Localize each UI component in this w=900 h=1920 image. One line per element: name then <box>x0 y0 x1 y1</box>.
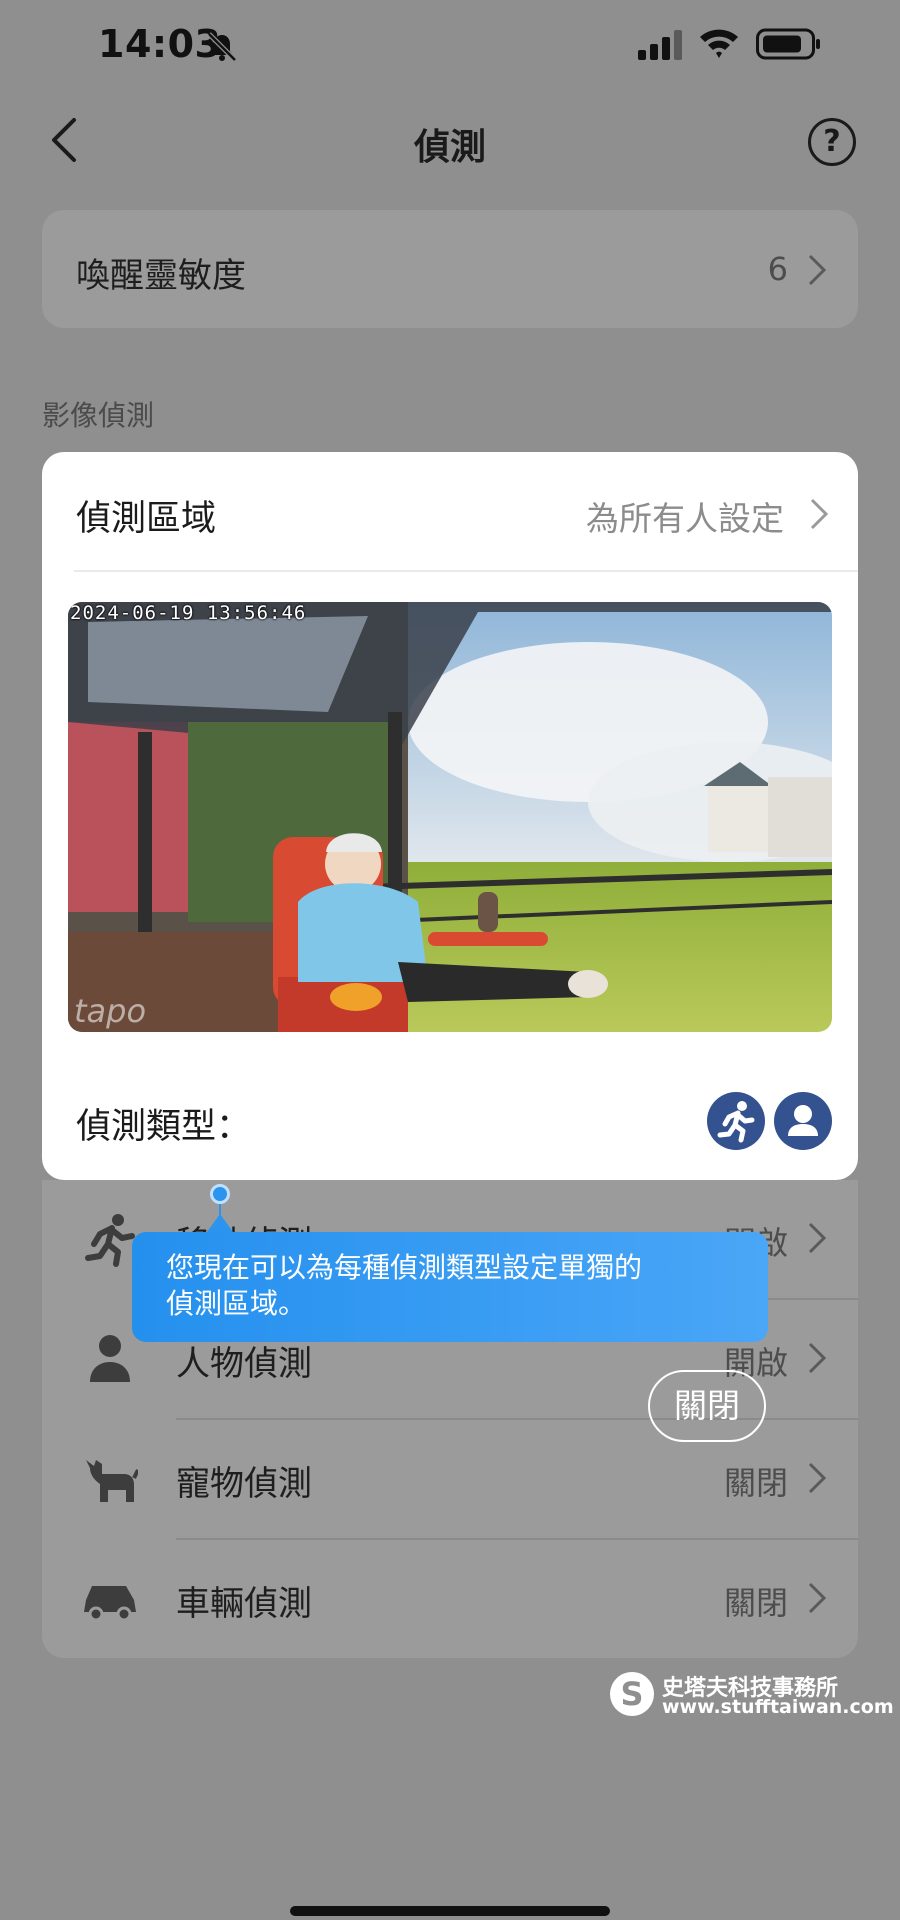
camera-preview[interactable]: 2024-06-19 13:56:46 tapo <box>68 602 832 1032</box>
detection-zone-title: 偵測區域 <box>76 499 217 539</box>
wifi-icon <box>700 29 738 58</box>
signal-icon <box>638 30 682 60</box>
car-icon <box>84 1586 136 1622</box>
tooltip-text-line1: 您現在可以為每種偵測類型設定單獨的 <box>166 1251 643 1284</box>
detection-zone-card: 偵測區域 為所有人設定 2024-06-19 13:56:46 tapo 偵測類… <box>42 452 858 1180</box>
section-label: 影像偵測 <box>42 399 155 432</box>
brand-logo: S <box>610 1672 654 1716</box>
motion-type-button[interactable] <box>707 1092 765 1150</box>
person-type-button[interactable] <box>774 1092 832 1150</box>
person-icon <box>788 1105 818 1136</box>
detection-status: 關閉 <box>723 1584 788 1622</box>
camera-watermark: tapo <box>74 992 147 1030</box>
wake-sensitivity-row[interactable]: 喚醒靈敏度 6 <box>42 210 858 328</box>
detection-label: 車輛偵測 <box>176 1584 312 1624</box>
battery-icon <box>756 28 820 60</box>
status-time: 14:03 <box>98 22 222 66</box>
chevron-right-icon <box>808 1342 827 1374</box>
running-person-icon <box>85 1214 135 1267</box>
wake-sensitivity-label: 喚醒靈敏度 <box>76 256 246 296</box>
bell-muted-icon <box>207 32 237 62</box>
brand-watermark: S 史塔夫科技事務所 www.stufftaiwan.com <box>610 1670 894 1724</box>
chevron-right-icon[interactable] <box>808 496 830 532</box>
tooltip-arrow <box>207 1214 233 1232</box>
close-button[interactable]: 關閉 <box>648 1370 766 1442</box>
camera-timestamp: 2024-06-19 13:56:46 <box>70 602 307 624</box>
chevron-right-icon <box>808 1222 827 1254</box>
page-title: 偵測 <box>413 127 486 168</box>
chevron-right-icon <box>808 1582 827 1614</box>
pet-icon <box>86 1460 138 1502</box>
detection-type-label: 偵測類型： <box>76 1107 252 1147</box>
running-person-icon <box>717 1101 755 1143</box>
wake-sensitivity-value: 6 <box>767 250 788 288</box>
detection-label: 人物偵測 <box>176 1344 312 1384</box>
brand-url: www.stufftaiwan.com <box>662 1696 894 1718</box>
chevron-right-icon <box>808 254 827 286</box>
help-icon[interactable]: ? <box>808 118 856 166</box>
tooltip-anchor-dot <box>210 1184 230 1204</box>
camera-scene-image <box>68 602 832 1032</box>
status-bar: 14:03 <box>0 0 900 92</box>
chevron-right-icon <box>808 1462 827 1494</box>
home-indicator[interactable] <box>290 1906 610 1916</box>
divider <box>74 570 858 572</box>
tooltip-text-line2: 偵測區域。 <box>166 1287 307 1320</box>
person-icon <box>90 1335 130 1382</box>
tooltip: 您現在可以為每種偵測類型設定單獨的 偵測區域。 <box>132 1232 768 1342</box>
detection-row-vehicle[interactable]: 車輛偵測 關閉 <box>42 1540 858 1658</box>
detection-status: 關閉 <box>723 1464 788 1502</box>
detection-zone-value[interactable]: 為所有人設定 <box>586 492 784 540</box>
detection-label: 寵物偵測 <box>176 1464 312 1504</box>
